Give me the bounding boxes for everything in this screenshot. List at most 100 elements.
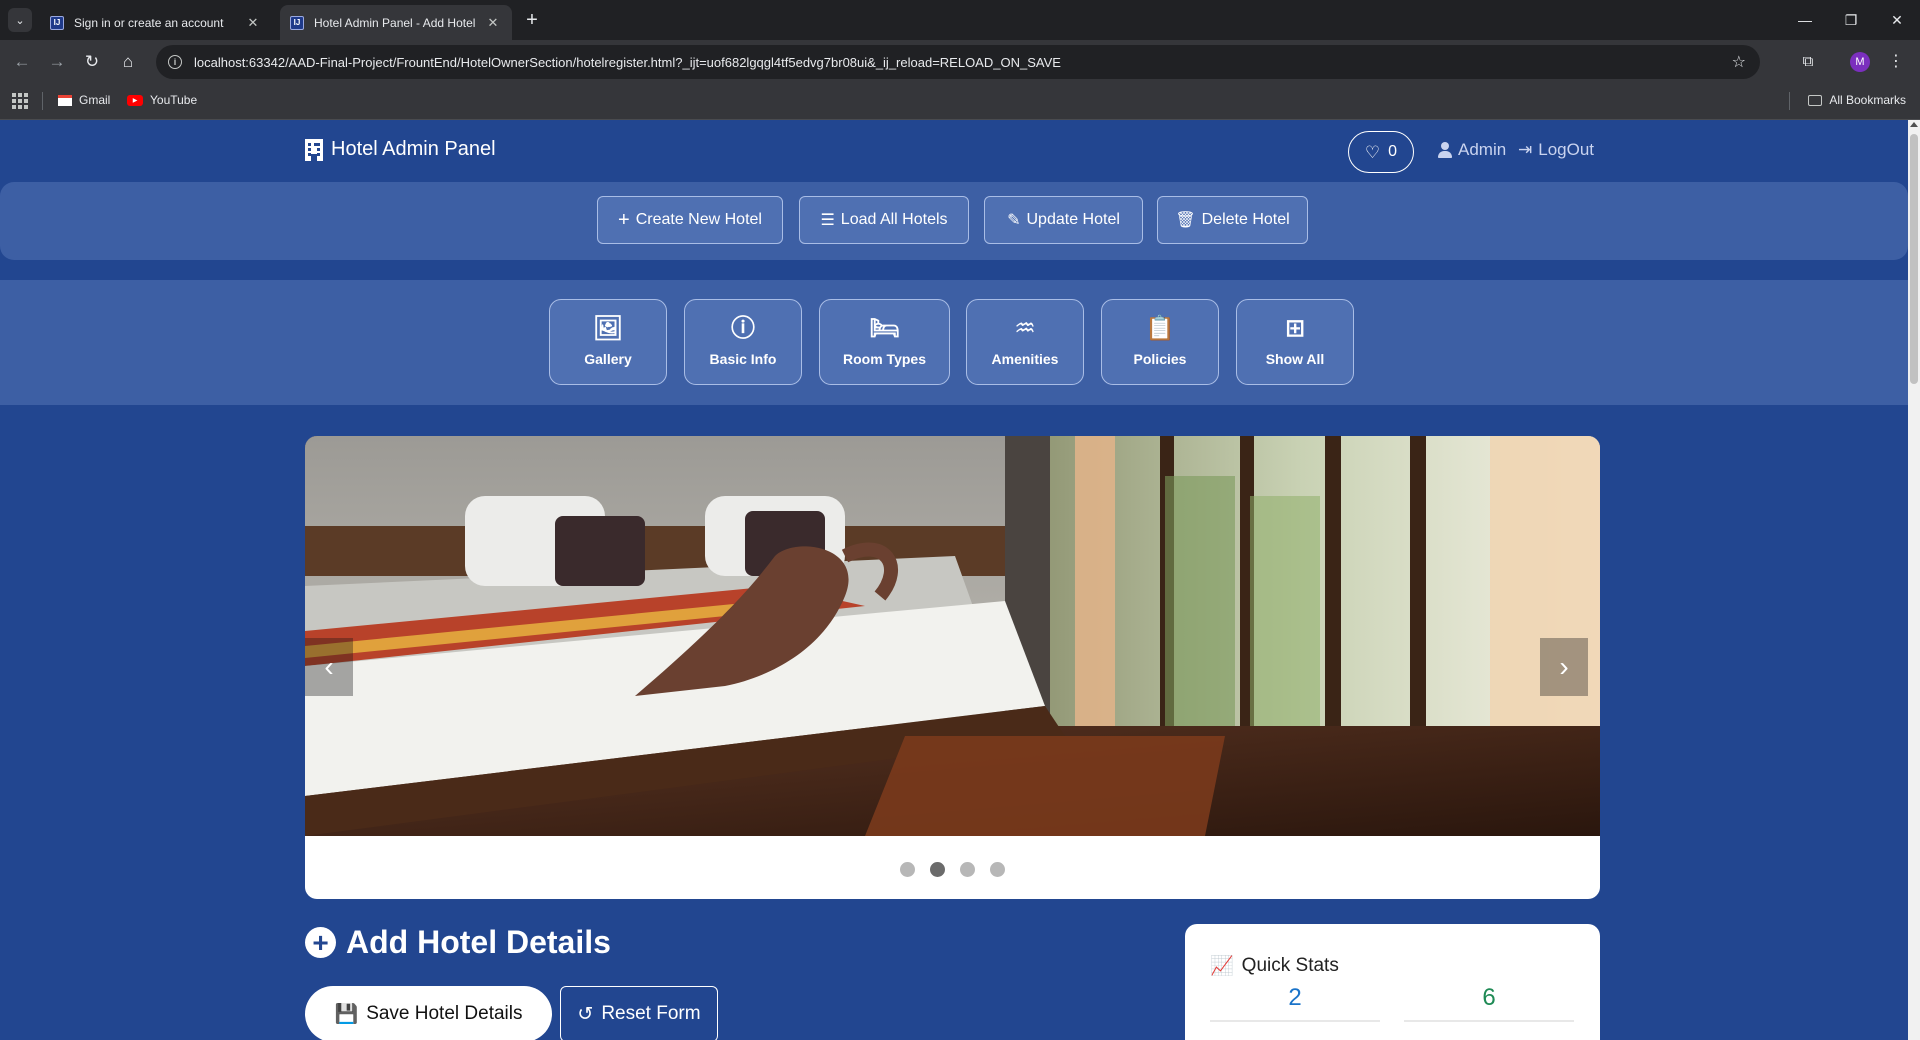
bookmark-youtube[interactable]: ▶ YouTube — [127, 93, 197, 107]
tab-close-icon[interactable]: ✕ — [244, 15, 262, 31]
forward-icon[interactable]: → — [43, 48, 71, 76]
back-icon[interactable]: ← — [8, 48, 36, 76]
hotel-building-icon — [305, 138, 323, 161]
all-bookmarks[interactable]: All Bookmarks — [1808, 93, 1906, 107]
profile-avatar[interactable]: M — [1850, 52, 1870, 72]
carousel-dot[interactable] — [960, 862, 975, 877]
logout-label: LogOut — [1538, 140, 1595, 159]
add-hotel-title: Add Hotel Details — [346, 924, 611, 960]
scrollbar-thumb[interactable] — [1910, 134, 1918, 384]
bookmark-gmail[interactable]: Gmail — [58, 93, 110, 107]
section-label: Basic Info — [709, 351, 777, 367]
site-info-icon[interactable]: i — [168, 55, 182, 69]
window-close-icon[interactable]: ✕ — [1874, 0, 1920, 40]
restore-icon[interactable]: ❐ — [1828, 0, 1874, 40]
tab-close-icon[interactable]: ✕ — [484, 15, 502, 31]
bookmark-label: YouTube — [150, 93, 198, 107]
save-icon: 💾 — [334, 1004, 359, 1025]
bookmarks-bar: Gmail ▶ YouTube All Bookmarks — [0, 83, 1920, 120]
carousel-indicators — [305, 862, 1600, 877]
delete-hotel-button[interactable]: 🗑 Delete Hotel — [1157, 196, 1308, 244]
logout-link[interactable]: ⇥ LogOut — [1518, 140, 1594, 160]
section-room-types-button[interactable]: 🛏 Room Types — [819, 299, 950, 385]
button-label: Delete Hotel — [1201, 211, 1290, 228]
extensions-icon[interactable]: ⧉ — [1796, 49, 1820, 73]
plus-icon: + — [618, 208, 630, 231]
reset-form-button[interactable]: ↺ Reset Form — [560, 986, 718, 1040]
chart-line-icon: 📈 — [1210, 956, 1234, 977]
gmail-icon — [58, 94, 72, 106]
reload-icon[interactable]: ↻ — [78, 48, 106, 76]
hotel-action-bar: + Create New Hotel ☰ Load All Hotels ✎ U… — [0, 182, 1908, 260]
heart-icon: ♡ — [1364, 142, 1381, 162]
section-policies-button[interactable]: 📋 Policies — [1101, 299, 1219, 385]
browser-tabstrip: ⌄ IJ Sign in or create an account ✕ IJ H… — [0, 0, 1920, 40]
apps-grid-icon[interactable] — [12, 93, 28, 109]
section-show-all-button[interactable]: ⊞ Show All — [1236, 299, 1354, 385]
button-label: Load All Hotels — [840, 211, 948, 228]
browser-menu-icon[interactable]: ⋮ — [1888, 49, 1904, 73]
folder-icon — [1808, 94, 1823, 106]
section-label: Show All — [1265, 351, 1325, 367]
carousel-next-button[interactable]: › — [1540, 638, 1588, 696]
save-hotel-button[interactable]: 💾 Save Hotel Details — [305, 986, 552, 1040]
stat-value-secondary: 6 — [1482, 984, 1496, 1011]
stat-value-primary: 2 — [1288, 984, 1302, 1011]
section-amenities-button[interactable]: ♒ Amenities — [966, 299, 1084, 385]
minimize-icon[interactable]: — — [1782, 0, 1828, 40]
carousel-dot[interactable] — [930, 862, 945, 877]
carousel-dot[interactable] — [990, 862, 1005, 877]
stat-divider — [1404, 1020, 1574, 1022]
browser-tab-hotel-admin[interactable]: IJ Hotel Admin Panel - Add Hotel ✕ — [280, 5, 512, 40]
section-label: Policies — [1133, 351, 1187, 367]
bed-icon: 🛏 — [869, 315, 900, 342]
carousel-prev-button[interactable]: ‹ — [305, 638, 353, 696]
bookmarks-divider — [42, 92, 43, 110]
section-basic-info-button[interactable]: ⓘ Basic Info — [684, 299, 802, 385]
create-hotel-button[interactable]: + Create New Hotel — [597, 196, 783, 244]
logout-icon: ⇥ — [1518, 140, 1533, 159]
quick-stats-heading: 📈 Quick Stats — [1210, 954, 1339, 978]
plus-circle-icon: + — [305, 927, 336, 958]
bookmark-label: Gmail — [79, 93, 111, 107]
new-tab-icon[interactable]: + — [520, 8, 544, 32]
tab-search-icon[interactable]: ⌄ — [8, 8, 32, 32]
address-bar[interactable]: i localhost:63342/AAD-Final-Project/Frou… — [156, 45, 1760, 79]
brand[interactable]: Hotel Admin Panel — [305, 138, 496, 161]
update-hotel-button[interactable]: ✎ Update Hotel — [984, 196, 1143, 244]
bookmarks-divider — [1789, 92, 1790, 110]
carousel-dot[interactable] — [900, 862, 915, 877]
section-gallery-button[interactable]: 🖼 Gallery — [549, 299, 667, 385]
youtube-icon: ▶ — [127, 94, 143, 106]
pool-icon: ♒ — [1014, 315, 1036, 342]
top-navbar: Hotel Admin Panel ♡ 0 Admin ⇥ LogOut — [0, 120, 1908, 182]
browser-toolbar: ← → ↻ ⌂ i localhost:63342/AAD-Final-Proj… — [0, 40, 1920, 83]
browser-tab-signin[interactable]: IJ Sign in or create an account ✕ — [40, 5, 272, 40]
button-label: Create New Hotel — [635, 211, 762, 228]
intellij-favicon-icon: IJ — [50, 15, 64, 30]
brand-title: Hotel Admin Panel — [331, 138, 496, 160]
favorites-count: 0 — [1388, 143, 1398, 160]
admin-link[interactable]: Admin — [1438, 140, 1506, 160]
page-scrollbar[interactable] — [1908, 120, 1920, 1040]
button-label: Save Hotel Details — [366, 1003, 523, 1024]
button-label: Reset Form — [601, 1003, 701, 1024]
all-bookmarks-label: All Bookmarks — [1829, 93, 1906, 107]
scroll-up-arrow-icon[interactable] — [1910, 122, 1918, 127]
user-icon — [1438, 142, 1452, 158]
bookmark-star-icon[interactable]: ☆ — [1732, 52, 1746, 72]
url-text[interactable]: localhost:63342/AAD-Final-Project/Frount… — [194, 55, 1061, 70]
images-icon: 🖼 — [592, 315, 624, 342]
favorites-button[interactable]: ♡ 0 — [1348, 131, 1414, 173]
carousel-slide-image — [305, 436, 1600, 836]
hotel-room-photo — [305, 436, 1600, 836]
trash-icon: 🗑 — [1175, 212, 1196, 229]
tab-title: Sign in or create an account — [74, 15, 224, 30]
quick-stats-card: 📈 Quick Stats 2 6 — [1185, 924, 1600, 1040]
undo-icon: ↺ — [577, 1003, 594, 1025]
admin-label: Admin — [1458, 140, 1507, 159]
section-nav: 🖼 Gallery ⓘ Basic Info 🛏 Room Types ♒ Am… — [0, 280, 1908, 405]
clipboard-icon: 📋 — [1145, 315, 1175, 342]
load-hotels-button[interactable]: ☰ Load All Hotels — [799, 196, 969, 244]
home-icon[interactable]: ⌂ — [114, 48, 142, 76]
